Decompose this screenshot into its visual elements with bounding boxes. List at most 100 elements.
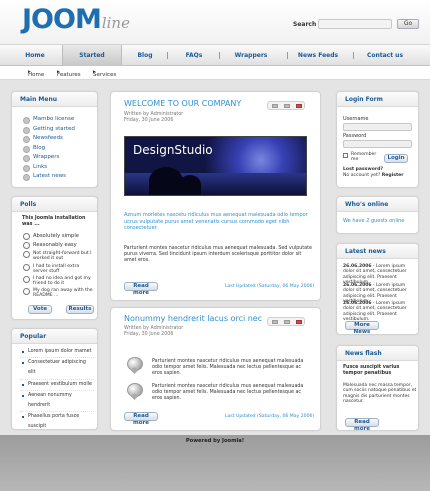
popular-item[interactable]: Lorem ipsum dolor mamet — [20, 347, 94, 359]
article-1-updated: Last Updated (Saturday, 06 May 2006) — [225, 284, 315, 289]
popular-item[interactable]: Aenean nonummy hendrerit — [20, 391, 94, 413]
nav-separator — [353, 52, 354, 59]
article-2-para2: Parturient montes nascetur ridiculus mus… — [152, 384, 304, 402]
popular-item[interactable]: Praesent vestibulum molle — [20, 380, 94, 391]
article-2-updated: Last Updated (Saturday, 06 May 2006) — [225, 414, 315, 419]
nav-home[interactable]: Home — [16, 45, 54, 66]
nav-news-feeds[interactable]: News Feeds — [294, 45, 342, 66]
pdf-icon[interactable] — [272, 320, 278, 324]
login-title: Login Form — [345, 96, 383, 103]
news-flash-title: News flash — [345, 350, 382, 357]
menu-item[interactable]: Mambo license — [22, 115, 75, 125]
sub-nav: Home ▸ Features ▸ Services ▸ — [0, 66, 430, 80]
pdf-icon[interactable] — [272, 104, 278, 108]
article-1-date: Friday, 30 June 2006 — [124, 118, 174, 123]
article-1-read-more[interactable]: Read more — [124, 282, 158, 296]
remember-me-checkbox[interactable] — [343, 153, 348, 158]
search-go-button[interactable]: Go — [397, 19, 419, 29]
main-menu-list: Mambo license Getting started Newsfeeds … — [22, 115, 75, 182]
password-label: Password — [343, 133, 367, 139]
footer: Powered by Joomla! — [0, 435, 430, 491]
news-flash-box: News flash Fusce suscipit varius tempor … — [336, 345, 419, 432]
menu-item[interactable]: Getting started — [22, 125, 75, 135]
chat-bubble-icon — [127, 357, 143, 371]
poll-option[interactable]: Absolutely simple — [23, 233, 93, 240]
article-2-title[interactable]: Nonummy hendrerit lacus orci nec — [124, 314, 262, 323]
nav-blog[interactable]: Blog — [128, 45, 162, 66]
email-icon[interactable] — [296, 104, 302, 108]
polls-box: Polls This Joomla installation was ... A… — [11, 196, 98, 320]
article-2-date: Friday, 30 June 2006 — [124, 332, 174, 337]
poll-option[interactable]: Not straight-forward but I worked it out — [23, 251, 95, 262]
logo-sub: line — [101, 14, 130, 32]
search-label: Search — [293, 21, 317, 28]
image-title: DesignStudio — [133, 143, 213, 157]
search-input[interactable] — [318, 19, 392, 29]
email-icon[interactable] — [296, 320, 302, 324]
menu-item[interactable]: Links — [22, 163, 75, 173]
login-button[interactable]: Login — [384, 154, 408, 163]
design-studio-image: DesignStudio — [124, 136, 307, 196]
article-2: Nonummy hendrerit lacus orci nec Written… — [110, 307, 321, 431]
popular-item[interactable]: Consectetuer adipiscing elit — [20, 358, 94, 380]
popular-title: Popular — [20, 333, 47, 340]
username-input[interactable] — [343, 123, 412, 131]
news-flash-text: Malesuada nec massa tempor, cum sociis n… — [343, 383, 417, 405]
more-news-button[interactable]: More News — [345, 321, 379, 335]
news-flash-read-more[interactable]: Read more — [345, 418, 379, 432]
poll-option[interactable]: My dog ran away with the README ... — [23, 288, 95, 299]
header: JOOMline Search Go — [0, 0, 430, 44]
register-line: No account yet? Register — [343, 173, 404, 179]
article-2-read-more[interactable]: Read more — [124, 412, 158, 426]
polls-title: Polls — [20, 201, 37, 208]
news-flash-heading: Fusce suscipit varius tempor penatibus — [343, 365, 400, 376]
no-account-text: No account yet? — [343, 173, 381, 178]
article-1-title[interactable]: WELCOME TO OUR COMPANY — [124, 99, 241, 108]
nav-started[interactable]: Started — [62, 45, 122, 66]
nav-separator — [219, 52, 220, 59]
article-1-body: Parturient montes nascetur ridiculus mus… — [124, 246, 312, 264]
poll-option[interactable]: I had to install extra server stuff — [23, 264, 95, 275]
print-icon[interactable] — [284, 320, 290, 324]
poll-option[interactable]: Reasonably easy — [23, 242, 93, 249]
article-1: WELCOME TO OUR COMPANY Written by Admini… — [110, 91, 321, 301]
nav-contact-us[interactable]: Contact us — [360, 45, 410, 66]
nav-separator — [167, 52, 168, 59]
menu-item[interactable]: Blog — [22, 144, 75, 154]
article-1-intro: Aznum morletes nascetu ridiculus mus aen… — [124, 212, 308, 232]
whos-online-text: We have 2 guests online — [343, 218, 405, 224]
latest-news-title: Latest news — [345, 248, 386, 255]
latest-news-box: Latest news 26.06.2006 - Lorem ipsum dol… — [336, 243, 419, 335]
register-link[interactable]: Register — [382, 173, 404, 178]
main-menu-box: Main Menu Mambo license Getting started … — [11, 91, 98, 188]
menu-item[interactable]: Wrappers — [22, 153, 75, 163]
subnav-features[interactable]: Features ▸ — [57, 69, 81, 78]
latest-news-item[interactable]: 26.06.2006 - Lorem ipsum dolor sit amet,… — [343, 301, 417, 323]
site-logo[interactable]: JOOMline — [22, 4, 130, 35]
nav-wrappers[interactable]: Wrappers — [226, 45, 276, 66]
poll-question: This Joomla installation was ... — [22, 216, 86, 228]
results-button[interactable]: Results — [66, 305, 94, 314]
article-2-para1: Parturient montes nascetur ridiculus mus… — [152, 359, 304, 377]
subnav-services[interactable]: Services ▸ — [93, 69, 116, 78]
username-label: Username — [343, 116, 369, 122]
password-input[interactable] — [343, 140, 412, 148]
whos-online-title: Who's online — [345, 201, 389, 208]
nav-faqs[interactable]: FAQs — [174, 45, 214, 66]
print-icon[interactable] — [284, 104, 290, 108]
subnav-home[interactable]: Home ▸ — [28, 69, 44, 78]
article-tools — [267, 101, 305, 110]
main-nav: Home Started Blog FAQs Wrappers News Fee… — [0, 44, 430, 66]
vote-button[interactable]: Vote — [28, 305, 52, 314]
main-menu-title: Main Menu — [20, 96, 58, 103]
menu-item[interactable]: Latest news — [22, 172, 75, 182]
article-tools — [267, 317, 305, 326]
image-figures — [179, 175, 201, 195]
popular-box: Popular Lorem ipsum dolor mamet Consecte… — [11, 328, 98, 488]
footer-powered-by: Powered by Joomla! — [185, 438, 245, 444]
nav-separator — [287, 52, 288, 59]
poll-option[interactable]: I had no idea and got my friend to do it — [23, 276, 95, 287]
logo-main: JOOM — [22, 4, 102, 35]
menu-item[interactable]: Newsfeeds — [22, 134, 75, 144]
popular-item[interactable]: Phasellus porta fusce suscipit — [20, 412, 94, 434]
